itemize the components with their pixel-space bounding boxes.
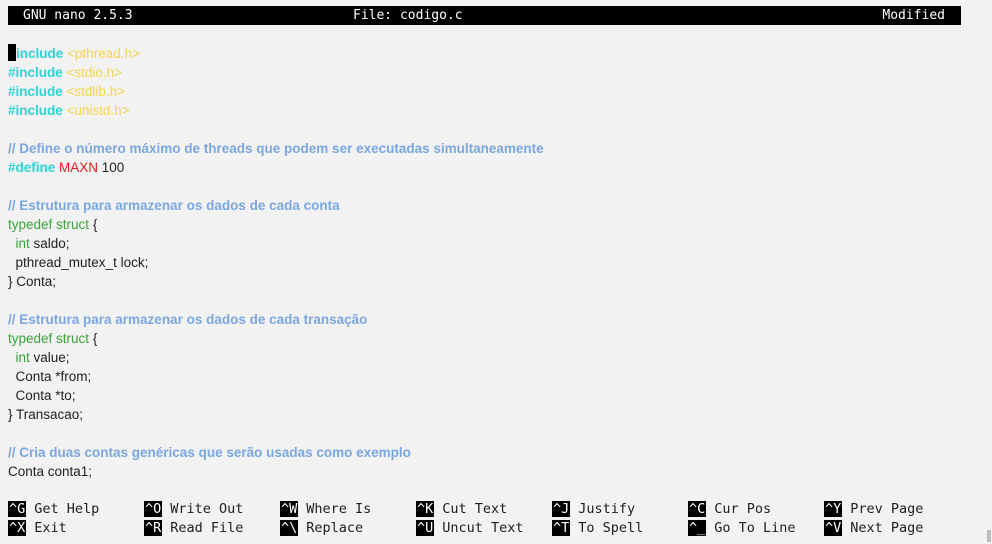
shortcut-bar: ^G Get Help ^O Write Out ^W Where Is ^K Cut …	[8, 500, 988, 540]
code-line[interactable]: int value;	[8, 348, 983, 367]
shortcut-get-help[interactable]: ^G Get Help	[8, 500, 99, 519]
code-line[interactable]: typedef struct {	[8, 329, 983, 348]
blank-line[interactable]	[8, 120, 983, 139]
shortcut-write-out[interactable]: ^O Write Out	[144, 500, 243, 519]
code-line[interactable]: int saldo;	[8, 234, 983, 253]
blank-line[interactable]	[8, 291, 983, 310]
code-line[interactable]: pthread_mutex_t lock;	[8, 253, 983, 272]
shortcut-read-file[interactable]: ^R Read File	[144, 519, 243, 538]
blank-line[interactable]	[8, 424, 983, 443]
shortcut-go-to-line[interactable]: ^_ Go To Line	[688, 519, 796, 538]
title-bar: GNU nano 2.5.3 File: codigo.c Modified	[8, 6, 961, 25]
shortcut-justify[interactable]: ^J Justify	[552, 500, 635, 519]
code-line[interactable]: // Define o número máximo de threads que…	[8, 139, 983, 158]
code-line[interactable]: Conta *from;	[8, 367, 983, 386]
code-line[interactable]: #include <unistd.h>	[8, 101, 983, 120]
code-line[interactable]: include <pthread.h>	[8, 44, 983, 63]
code-line[interactable]: #define MAXN 100	[8, 158, 983, 177]
shortcut-prev-page[interactable]: ^Y Prev Page	[824, 500, 923, 519]
file-name: File: codigo.c	[353, 8, 463, 23]
scrollbar-fragment	[987, 530, 991, 542]
code-line[interactable]: // Estrutura para armazenar os dados de …	[8, 196, 983, 215]
code-line[interactable]: Conta conta1;	[8, 462, 983, 481]
shortcut-next-page[interactable]: ^V Next Page	[824, 519, 923, 538]
code-line[interactable]: // Cria duas contas genéricas que serão …	[8, 443, 983, 462]
code-line[interactable]: } Transacao;	[8, 405, 983, 424]
code-line[interactable]: #include <stdio.h>	[8, 63, 983, 82]
shortcut-replace[interactable]: ^\ Replace	[280, 519, 363, 538]
code-line[interactable]: // Estrutura para armazenar os dados de …	[8, 310, 983, 329]
app-version: GNU nano 2.5.3	[23, 8, 133, 23]
editor-area[interactable]: include <pthread.h> #include <stdio.h> #…	[8, 44, 983, 481]
modified-status: Modified	[882, 8, 945, 23]
shortcut-to-spell[interactable]: ^T To Spell	[552, 519, 643, 538]
shortcut-uncut-text[interactable]: ^U Uncut Text	[416, 519, 524, 538]
shortcut-where-is[interactable]: ^W Where Is	[280, 500, 371, 519]
blank-line[interactable]	[8, 177, 983, 196]
code-line[interactable]: #include <stdlib.h>	[8, 82, 983, 101]
shortcut-cur-pos[interactable]: ^C Cur Pos	[688, 500, 771, 519]
text-cursor	[8, 44, 16, 61]
code-line[interactable]: Conta *to;	[8, 386, 983, 405]
shortcut-cut-text[interactable]: ^K Cut Text	[416, 500, 507, 519]
code-line[interactable]: typedef struct {	[8, 215, 983, 234]
shortcut-exit[interactable]: ^X Exit	[8, 519, 67, 538]
code-line[interactable]: } Conta;	[8, 272, 983, 291]
